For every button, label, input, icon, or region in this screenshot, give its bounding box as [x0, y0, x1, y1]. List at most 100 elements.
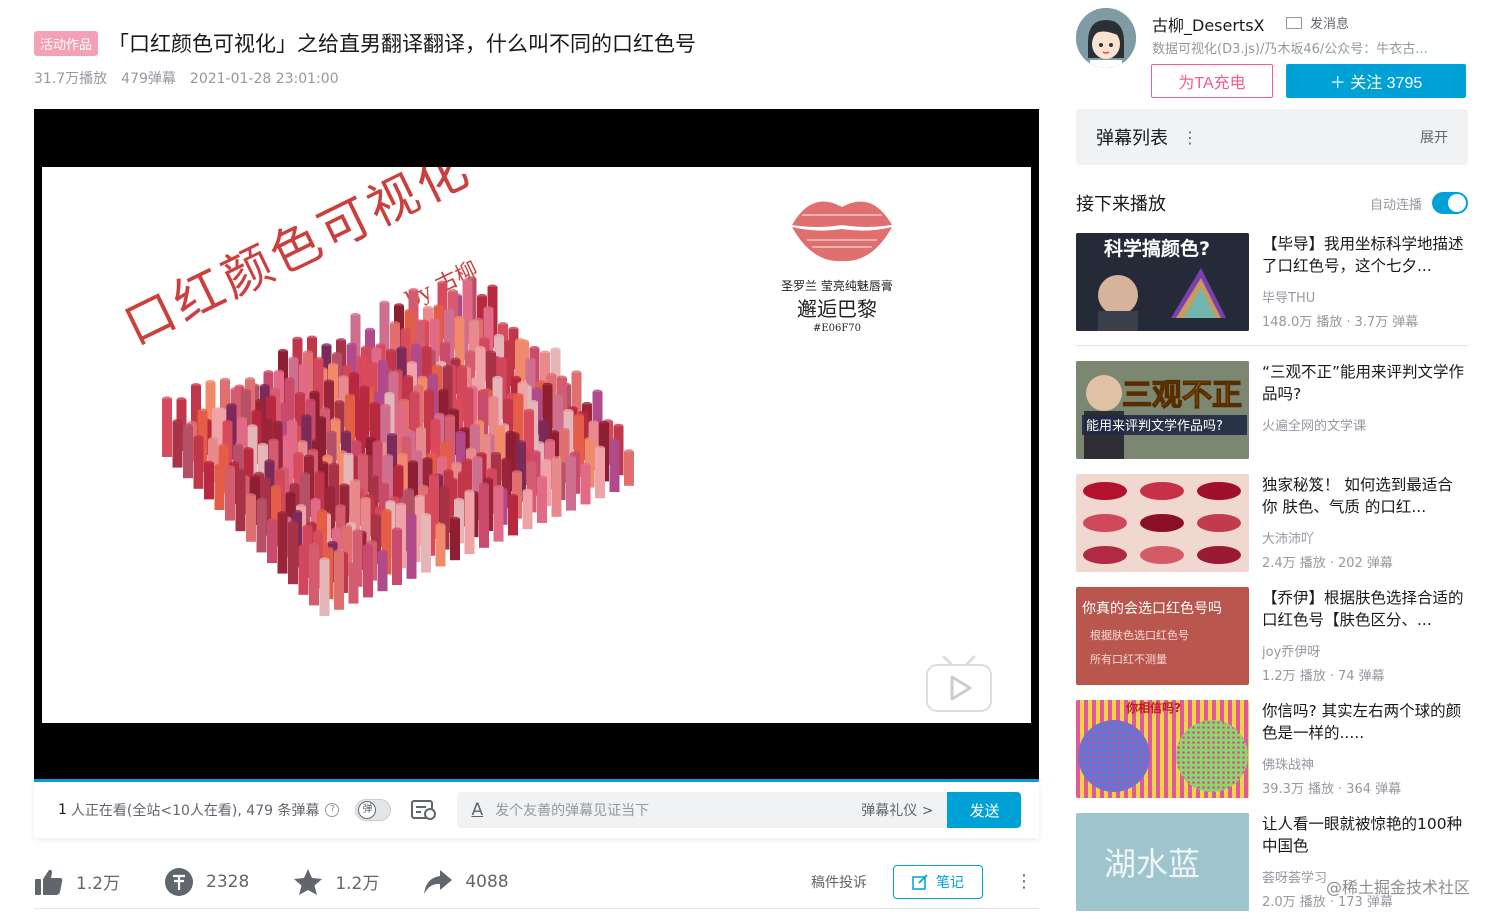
rec-title[interactable]: “三观不正”能用来评判文学作品吗? — [1262, 361, 1468, 405]
share-count: 4088 — [465, 871, 509, 892]
lipstick-mark — [363, 543, 373, 598]
rec-uploader[interactable]: 荟呀荟学习 — [1262, 867, 1327, 886]
danmaku-list-label: 弹幕列表 — [1096, 128, 1168, 149]
note-label: 笔记 — [936, 873, 964, 890]
rec-uploader[interactable]: 毕导THU — [1262, 287, 1315, 306]
rec-thumbnail[interactable] — [1076, 474, 1249, 572]
svg-text:能用来评判文学作品吗?: 能用来评判文学作品吗? — [1086, 418, 1223, 434]
activity-tag[interactable]: 活动作品 — [34, 30, 99, 56]
divider — [1076, 345, 1468, 346]
lipstick-mark — [551, 456, 562, 517]
rec-title[interactable]: 【乔伊】根据肤色选择合适的口红色号【肤色区分、... — [1262, 587, 1468, 631]
like-button[interactable]: 1.2万 — [34, 868, 120, 896]
rec-thumbnail-art: 三观不正 能用来评判文学作品吗? — [1076, 361, 1249, 459]
lipstick-mark — [225, 465, 235, 521]
watermark: @稀土掘金技术社区 — [1326, 878, 1471, 897]
lipstick-grid — [162, 276, 634, 616]
lips-mark — [1197, 482, 1241, 500]
rec-item[interactable]: 独家秘笈！ 如何选到最适合你 肤色、气质 的口红... 大沛沛吖 2.4万 播放… — [1076, 474, 1468, 574]
rec-title[interactable]: 让人看一眼就被惊艳的100种中国色 — [1262, 813, 1468, 857]
follow-button[interactable]: ＋ 关注 3795 — [1286, 64, 1466, 98]
share-button[interactable]: 4088 — [423, 869, 509, 895]
rec-title[interactable]: 独家秘笈！ 如何选到最适合你 肤色、气质 的口红... — [1262, 474, 1468, 518]
more-options-icon[interactable]: ⋮ — [1015, 872, 1033, 891]
lipstick-mark — [421, 513, 431, 573]
coin-count: 2328 — [206, 871, 250, 892]
lipstick-mark — [493, 485, 504, 542]
rec-title[interactable]: 【毕导】我用坐标科学地描述了口红色号，这个七夕... — [1262, 233, 1468, 277]
lips-mark — [1197, 546, 1241, 564]
rec-title[interactable]: 你信吗? 其实左右两个球的颜色是一样的..... — [1262, 700, 1468, 744]
send-message-link[interactable]: 发消息 — [1286, 13, 1349, 32]
coin-button[interactable]: 2328 — [164, 867, 249, 897]
thumbs-up-icon — [35, 869, 63, 895]
rec-thumbnail-text: 湖水蓝 — [1104, 845, 1200, 883]
send-button[interactable]: 发送 — [947, 792, 1022, 828]
rec-thumbnail[interactable]: 湖水蓝 — [1076, 813, 1249, 911]
rec-views: 39.3万 播放 — [1262, 782, 1335, 797]
autoplay-switch[interactable] — [1432, 192, 1468, 214]
danmaku-list-expand[interactable]: 展开 — [1420, 127, 1448, 147]
video-title: 「口红颜色可视化」之给直男翻译翻译，什么叫不同的口红色号 — [108, 32, 697, 56]
next-up-label: 接下来播放 — [1076, 194, 1166, 215]
font-style-icon[interactable]: A — [471, 800, 483, 820]
rec-uploader[interactable]: 佛珠战神 — [1262, 754, 1314, 773]
lipstick-mark — [624, 449, 634, 486]
danmaku-settings-icon[interactable] — [411, 799, 437, 821]
rec-item[interactable]: 你相信吗? 你信吗? 其实左右两个球的颜色是一样的..... 佛珠战神 39.3… — [1076, 700, 1468, 800]
danmaku-list-menu-icon[interactable]: ⋮ — [1182, 128, 1198, 147]
danmaku-list-panel[interactable]: 弹幕列表 ⋮ 展开 — [1076, 109, 1468, 165]
danmaku-count: 479弹幕 — [121, 71, 176, 87]
help-icon[interactable]: ? — [325, 803, 340, 817]
danmaku-input[interactable]: A 发个友善的弹幕见证当下 弹幕礼仪 > — [457, 792, 948, 828]
lipstick-mark — [172, 419, 183, 468]
rec-thumbnail[interactable]: 你真的会选口红色号吗 根据肤色选口红色号 所有口红不测量 — [1076, 587, 1249, 685]
rec-thumbnail-art: 科学搞颜色? — [1076, 233, 1249, 331]
lipstick-mark — [256, 497, 267, 553]
rec-item[interactable]: 科学搞颜色? 【毕导】我用坐标科学地描述了口红色号，这个七夕... 毕导THU … — [1076, 233, 1468, 333]
svg-text:根据肤色选口红色号: 根据肤色选口红色号 — [1090, 628, 1189, 642]
rec-stats: 39.3万 播放 · 364 弹幕 — [1262, 782, 1402, 797]
rec-item[interactable]: 你真的会选口红色号吗 根据肤色选口红色号 所有口红不测量 【乔伊】根据肤色选择合… — [1076, 587, 1468, 687]
rec-thumbnail[interactable]: 三观不正 能用来评判文学作品吗? — [1076, 361, 1249, 459]
edit-note-icon — [912, 873, 928, 890]
rec-thumbnail-art: 你真的会选口红色号吗 根据肤色选口红色号 所有口红不测量 — [1076, 587, 1249, 685]
danmaku-placeholder: 发个友善的弹幕见证当下 — [495, 803, 650, 819]
toolbar-right: 稿件投诉 笔记 ⋮ — [811, 864, 1039, 899]
lips-mark — [1083, 482, 1127, 500]
rec-danmaku: 364 弹幕 — [1346, 782, 1402, 797]
charge-button[interactable]: 为TA充电 — [1151, 64, 1273, 98]
lipstick-mark — [309, 542, 319, 606]
rec-thumbnail-art — [1076, 474, 1249, 572]
lipstick-mark — [406, 513, 417, 579]
uploader-name[interactable]: 古柳_DesertsX — [1152, 12, 1265, 36]
favorite-button[interactable]: 1.2万 — [293, 868, 379, 896]
note-button[interactable]: 笔记 — [893, 864, 983, 899]
rec-thumbnail[interactable]: 科学搞颜色? — [1076, 233, 1249, 331]
rec-stats: 148.0万 播放 · 3.7万 弹幕 — [1262, 315, 1419, 330]
lips-mark — [1083, 546, 1127, 564]
video-player[interactable]: 口红颜色可视化 by 古柳 圣罗兰 莹亮纯魅唇膏 邂逅巴黎 #E06F70 — [34, 109, 1039, 781]
rec-thumbnail[interactable]: 你相信吗? — [1076, 700, 1249, 798]
rec-uploader[interactable]: 大沛沛吖 — [1262, 528, 1314, 547]
lipstick-mark — [377, 549, 388, 592]
lips-mark — [1140, 482, 1184, 500]
rec-item[interactable]: 湖水蓝 让人看一眼就被惊艳的100种中国色 荟呀荟学习 2.0万 播放 · 173 … — [1076, 813, 1468, 913]
rec-danmaku: 74 弹幕 — [1337, 669, 1385, 684]
rec-uploader[interactable]: joy乔伊呀 — [1262, 641, 1320, 660]
viewer-status: 1 人正在看(全站<10人在看), 479 条弹幕 ? — [58, 800, 340, 820]
bilibili-play-icon[interactable] — [924, 653, 994, 715]
avatar-illustration — [1076, 8, 1136, 68]
rec-uploader[interactable]: 火遍全网的文学课 — [1262, 415, 1366, 434]
rec-views: 2.4万 播放 — [1262, 556, 1326, 571]
lipstick-mark — [183, 423, 193, 479]
avatar[interactable] — [1076, 8, 1136, 68]
report-link[interactable]: 稿件投诉 — [811, 872, 867, 892]
danmaku-toggle[interactable]: 弹 — [355, 799, 392, 821]
rec-item[interactable]: 三观不正 能用来评判文学作品吗? “三观不正”能用来评判文学作品吗? 火遍全网的… — [1076, 361, 1468, 461]
share-arrow-icon — [424, 869, 453, 894]
danmaku-etiquette-link[interactable]: 弹幕礼仪 > — [861, 800, 933, 820]
lipstick-mark — [580, 462, 591, 505]
lipstick-mark — [334, 549, 344, 610]
rec-thumbnail-text: 科学搞颜色? — [1104, 237, 1210, 260]
